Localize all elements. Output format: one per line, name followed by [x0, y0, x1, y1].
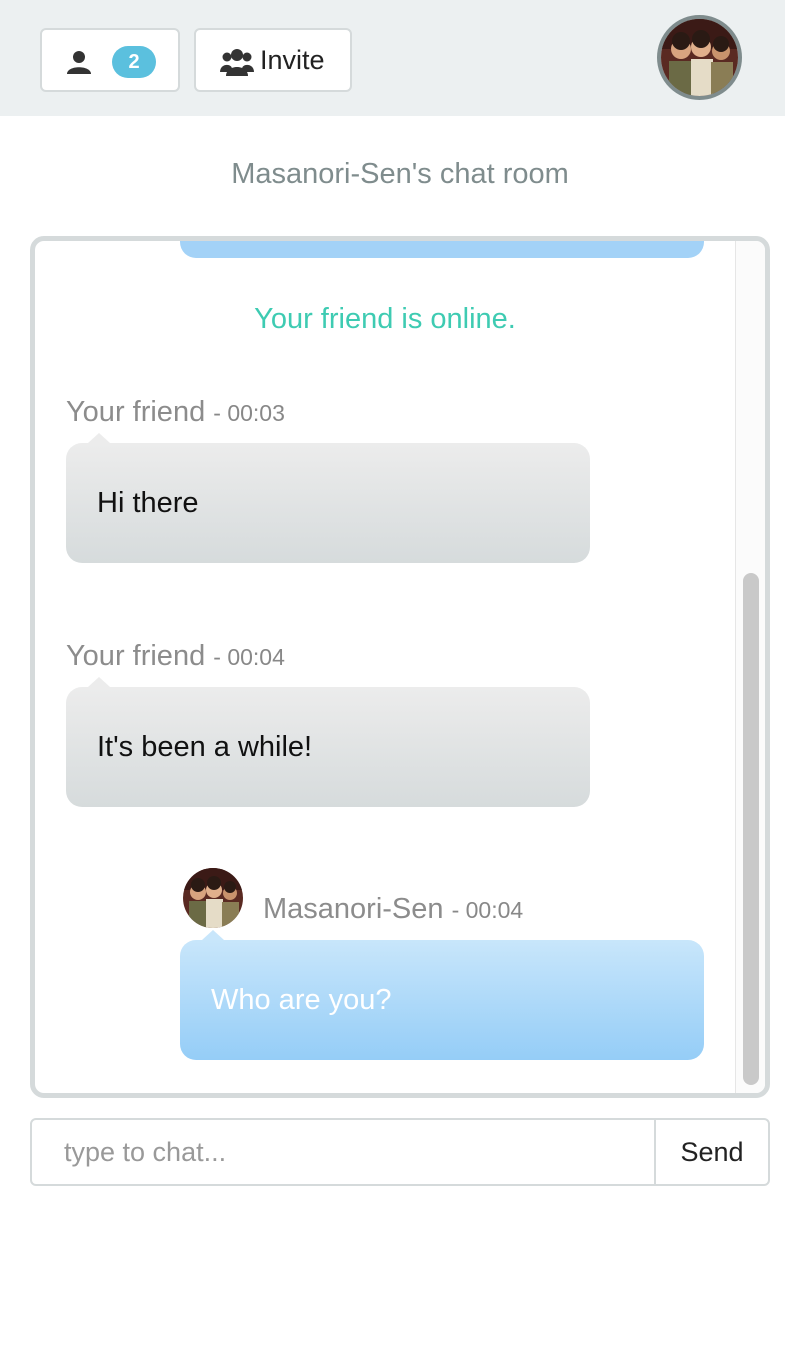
scrollbar[interactable]	[735, 241, 765, 1093]
group-icon	[220, 49, 254, 76]
message-time: - 00:04	[451, 897, 524, 923]
sender-name: Your friend	[66, 640, 206, 672]
chat-input[interactable]	[32, 1120, 654, 1184]
previous-message-bubble	[180, 241, 704, 258]
message-bubble: Hi there	[66, 433, 590, 563]
system-message: Your friend is online.	[254, 303, 516, 335]
message-bubble: It's been a while!	[66, 677, 590, 807]
scroll-thumb[interactable]	[743, 573, 759, 1085]
message-sender: Your friend - 00:03	[66, 396, 285, 429]
avatar[interactable]	[657, 15, 742, 100]
sender-name: Masanori-Sen	[263, 893, 444, 925]
message-time: - 00:03	[213, 400, 285, 426]
sender-name: Your friend	[66, 396, 206, 428]
message-sender: Masanori-Sen - 00:04	[263, 893, 523, 926]
invite-label: Invite	[260, 45, 325, 75]
composer: Send	[30, 1118, 770, 1186]
invite-button[interactable]: Invite	[194, 28, 352, 92]
page-title: Masanori-Sen's chat room	[231, 158, 569, 190]
message-time: - 00:04	[213, 644, 285, 670]
message-text: It's been a while!	[97, 731, 313, 763]
users-button[interactable]: 2	[40, 28, 180, 92]
message-text: Who are you?	[211, 984, 392, 1016]
avatar	[183, 868, 243, 928]
send-button[interactable]: Send	[654, 1120, 768, 1184]
chat-window[interactable]: Your friend is online. Your friend - 00:…	[30, 236, 770, 1098]
message-text: Hi there	[97, 487, 199, 519]
message-bubble: Who are you?	[180, 930, 704, 1060]
message-sender: Your friend - 00:04	[66, 640, 285, 673]
user-icon	[67, 51, 91, 74]
user-count-badge: 2	[112, 46, 156, 78]
top-bar: 2 Invite	[0, 0, 785, 116]
